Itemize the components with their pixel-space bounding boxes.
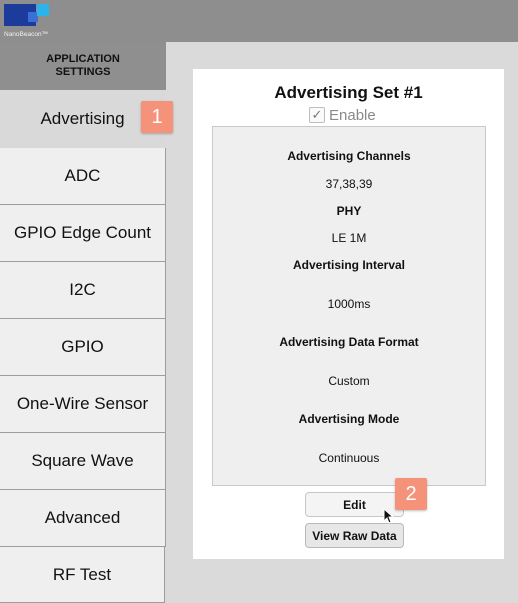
phy-label: PHY <box>336 204 362 218</box>
interval-value: 1000ms <box>327 297 371 311</box>
nanobeacon-logo: NanoBeacon™ <box>4 4 50 38</box>
step-badge-1: 1 <box>141 101 173 133</box>
mouse-cursor-icon <box>383 508 395 524</box>
checkbox-check-icon[interactable]: ✓ <box>309 107 325 123</box>
sidebar-item-label: Square Wave <box>31 451 134 470</box>
sidebar-item-label: Advanced <box>44 508 121 527</box>
data-format-label: Advertising Data Format <box>279 335 419 349</box>
sidebar-item-gpio-edge-count[interactable]: GPIO Edge Count <box>0 205 166 262</box>
sidebar-item-label: RF Test <box>52 565 112 584</box>
sidebar-item-label: One-Wire Sensor <box>16 394 149 413</box>
sidebar-item-gpio[interactable]: GPIO <box>0 319 166 376</box>
top-bar: NanoBeacon™ <box>0 0 518 42</box>
sidebar-item-adc[interactable]: ADC <box>0 148 166 205</box>
sidebar-item-i2c[interactable]: I2C <box>0 262 166 319</box>
advertising-settings-summary: Advertising Channels 37,38,39 PHY LE 1M … <box>212 126 486 486</box>
logo-text: NanoBeacon™ <box>4 31 49 38</box>
sidebar-header-label: APPLICATION SETTINGS <box>46 53 120 78</box>
sidebar-item-square-wave[interactable]: Square Wave <box>0 433 166 490</box>
sidebar-item-one-wire-sensor[interactable]: One-Wire Sensor <box>0 376 166 433</box>
channels-label: Advertising Channels <box>287 149 411 163</box>
phy-value: LE 1M <box>331 231 367 245</box>
sidebar-item-label: GPIO Edge Count <box>13 223 152 242</box>
mode-label: Advertising Mode <box>298 412 400 426</box>
sidebar-item-label: I2C <box>69 280 96 299</box>
sidebar-item-advanced[interactable]: Advanced <box>0 490 166 547</box>
enable-label: Enable <box>329 106 376 124</box>
data-format-value: Custom <box>328 374 370 388</box>
mode-value: Continuous <box>318 451 380 465</box>
channels-value: 37,38,39 <box>325 177 373 191</box>
advertising-set-panel: Advertising Set #1 ✓ Enable Advertising … <box>193 69 504 559</box>
enable-checkbox[interactable]: ✓ Enable <box>309 106 376 124</box>
sidebar-item-label: GPIO <box>61 337 104 356</box>
view-raw-data-button[interactable]: View Raw Data <box>305 523 404 548</box>
page-title: Advertising Set #1 <box>274 83 423 102</box>
interval-label: Advertising Interval <box>292 258 406 272</box>
sidebar-item-label: ADC <box>64 166 101 185</box>
sidebar-item-label: Advertising <box>40 109 125 128</box>
step-badge-2: 2 <box>395 478 427 510</box>
sidebar-item-rf-test[interactable]: RF Test <box>0 547 165 603</box>
sidebar-header: APPLICATION SETTINGS <box>0 42 166 90</box>
